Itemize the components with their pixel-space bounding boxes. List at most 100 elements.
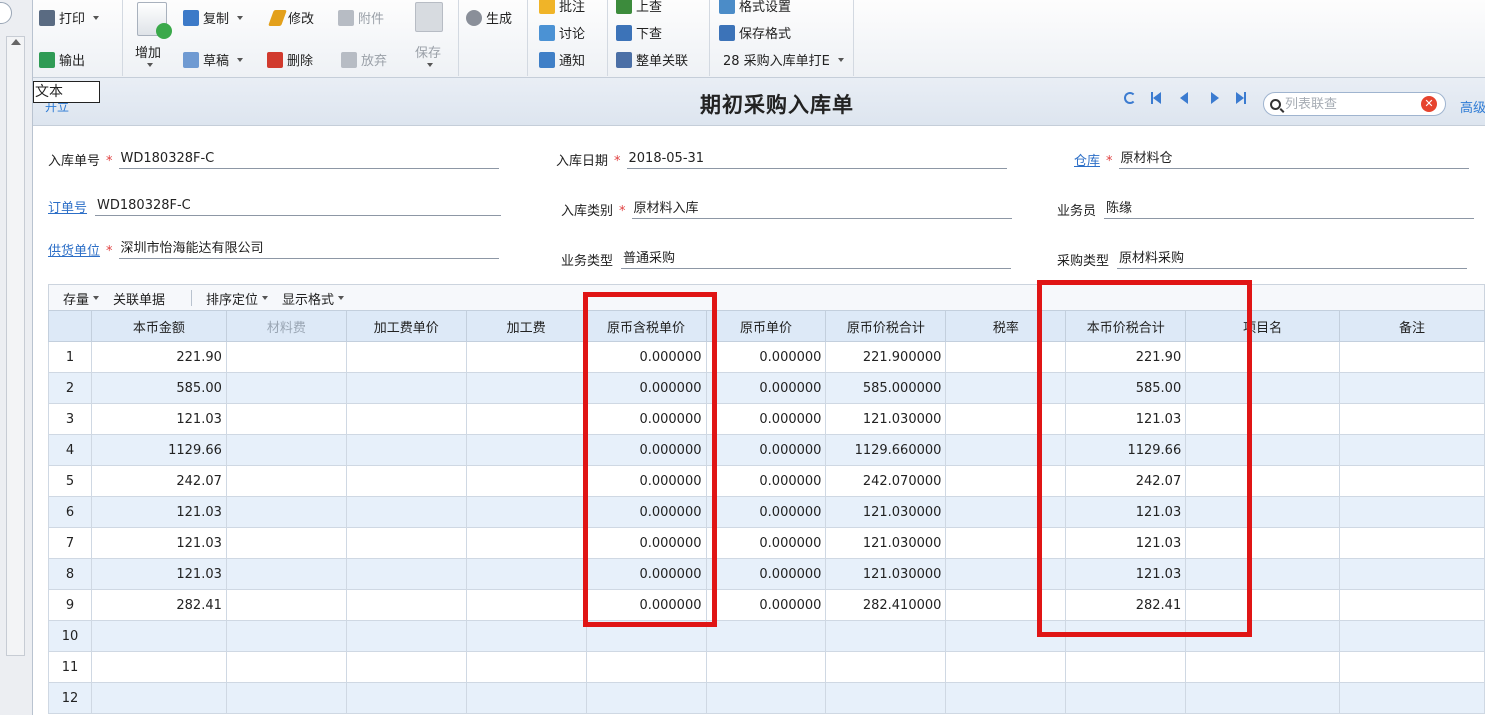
grid-cell[interactable] (345, 341, 467, 373)
grid-cell[interactable] (465, 465, 587, 497)
grid-cell[interactable]: 0.000000 (705, 496, 827, 528)
save-format-button[interactable]: 保存格式 (719, 23, 791, 42)
grid-cell[interactable] (225, 589, 347, 621)
grid-cell[interactable] (1065, 651, 1187, 683)
grid-cell[interactable] (225, 341, 347, 373)
chevron-down-icon[interactable] (93, 15, 100, 20)
grid-cell[interactable] (345, 465, 467, 497)
notify-button[interactable]: 通知 (539, 50, 585, 69)
link-all-button[interactable]: 整单关联 (616, 50, 688, 69)
table-row[interactable]: 1 221.90 0.000000 0.000000 221.900000 221.90 (48, 341, 1485, 373)
grid-cell[interactable] (1339, 527, 1485, 559)
grid-cell[interactable] (1339, 341, 1485, 373)
table-row[interactable]: 12 (48, 682, 1485, 714)
column-header[interactable] (48, 310, 92, 342)
grid-cell[interactable]: 0.000000 (705, 558, 827, 590)
warehouse-label[interactable]: 仓库 (1074, 150, 1100, 169)
column-header[interactable]: 原币单价 (705, 310, 827, 342)
grid-cell[interactable]: 1129.660000 (825, 434, 947, 466)
grid-cell[interactable]: 121.03 (90, 527, 227, 559)
next-record-button[interactable] (1211, 92, 1219, 104)
grid-cell[interactable] (225, 682, 347, 714)
grid-cell[interactable] (225, 465, 347, 497)
grid-cell[interactable]: 0.000000 (705, 465, 827, 497)
grid-cell[interactable]: 242.070000 (825, 465, 947, 497)
grid-cell[interactable]: 282.41 (90, 589, 227, 621)
receipt-type-input[interactable]: 原材料入库 (631, 197, 1012, 219)
prev-doc-button[interactable]: 上查 (616, 0, 662, 15)
column-header[interactable]: 本币金额 (90, 310, 227, 342)
table-row[interactable]: 5 242.07 0.000000 0.000000 242.070000 242.07 (48, 465, 1485, 497)
add-icon[interactable] (137, 2, 172, 40)
grid-cell[interactable] (345, 372, 467, 404)
grid-cell[interactable] (225, 527, 347, 559)
grid-cell[interactable] (705, 682, 827, 714)
grid-cell[interactable] (1185, 682, 1341, 714)
vertical-scrollbar[interactable] (6, 36, 25, 656)
circle-button[interactable] (0, 2, 12, 24)
business-type-input[interactable]: 普通采购 (621, 247, 1012, 269)
grid-cell[interactable]: 0.000000 (705, 403, 827, 435)
add-button[interactable]: 增加 (135, 42, 161, 67)
grid-cell[interactable]: 221.900000 (825, 341, 947, 373)
grid-cell[interactable] (945, 682, 1067, 714)
grid-cell[interactable]: 121.030000 (825, 527, 947, 559)
grid-cell[interactable] (90, 682, 227, 714)
grid-cell[interactable] (1339, 682, 1485, 714)
grid-cell[interactable]: 0.000000 (705, 341, 827, 373)
grid-cell[interactable] (465, 341, 587, 373)
grid-cell[interactable] (825, 651, 947, 683)
grid-cell[interactable] (465, 682, 587, 714)
clear-search-icon[interactable]: ✕ (1421, 96, 1437, 112)
grid-cell[interactable] (225, 620, 347, 652)
grid-cell[interactable] (825, 682, 947, 714)
grid-cell[interactable]: 121.03 (90, 558, 227, 590)
grid-cell[interactable] (1339, 620, 1485, 652)
grid-cell[interactable] (345, 620, 467, 652)
supplier-label[interactable]: 供货单位 (48, 240, 100, 259)
grid-cell[interactable] (90, 620, 227, 652)
table-row[interactable]: 2 585.00 0.000000 0.000000 585.000000 585.00 (48, 372, 1485, 404)
first-record-button[interactable] (1151, 92, 1161, 104)
grid-cell[interactable]: 0.000000 (705, 434, 827, 466)
grid-cell[interactable] (225, 558, 347, 590)
grid-cell[interactable]: 585.00 (90, 372, 227, 404)
grid-cell[interactable] (345, 651, 467, 683)
grid-cell[interactable] (345, 434, 467, 466)
discuss-button[interactable]: 讨论 (539, 23, 585, 42)
table-row[interactable]: 6 121.03 0.000000 0.000000 121.030000 121.03 (48, 496, 1485, 528)
copy-button[interactable]: 复制 (183, 8, 244, 27)
grid-cell[interactable] (465, 434, 587, 466)
grid-cell[interactable] (465, 496, 587, 528)
grid-cell[interactable]: 585.000000 (825, 372, 947, 404)
grid-cell[interactable] (1185, 651, 1341, 683)
grid-cell[interactable] (345, 496, 467, 528)
grid-cell[interactable] (585, 651, 707, 683)
grid-cell[interactable]: 0.000000 (705, 372, 827, 404)
grid-cell[interactable] (465, 527, 587, 559)
grid-cell[interactable] (1339, 465, 1485, 497)
grid-cell[interactable]: 121.030000 (825, 403, 947, 435)
print-button[interactable]: 打印 (39, 8, 100, 27)
grid-cell[interactable] (1339, 372, 1485, 404)
display-format-menu[interactable]: 显示格式 (282, 289, 345, 308)
receipt-no-input[interactable]: WD180328F-C (118, 151, 499, 169)
table-row[interactable]: 11 (48, 651, 1485, 683)
column-header[interactable]: 原币价税合计 (825, 310, 947, 342)
print-template-select[interactable]: 28 采购入库单打E (723, 50, 844, 69)
grid-cell[interactable] (705, 620, 827, 652)
grid-cell[interactable] (90, 651, 227, 683)
order-no-label[interactable]: 订单号 (48, 197, 87, 216)
grid-cell[interactable]: 121.03 (90, 403, 227, 435)
grid-cell[interactable]: 0.000000 (705, 589, 827, 621)
grid-cell[interactable] (225, 434, 347, 466)
grid-cell[interactable] (465, 372, 587, 404)
table-row[interactable]: 3 121.03 0.000000 0.000000 121.030000 121.03 (48, 403, 1485, 435)
table-row[interactable]: 10 (48, 620, 1485, 652)
column-header[interactable]: 加工费 (465, 310, 587, 342)
grid-cell[interactable] (465, 620, 587, 652)
comment-button[interactable]: 批注 (539, 0, 585, 15)
warehouse-input[interactable]: 原材料仓 (1118, 147, 1469, 169)
save-icon[interactable] (415, 2, 443, 36)
column-header[interactable]: 材料费 (225, 310, 347, 342)
